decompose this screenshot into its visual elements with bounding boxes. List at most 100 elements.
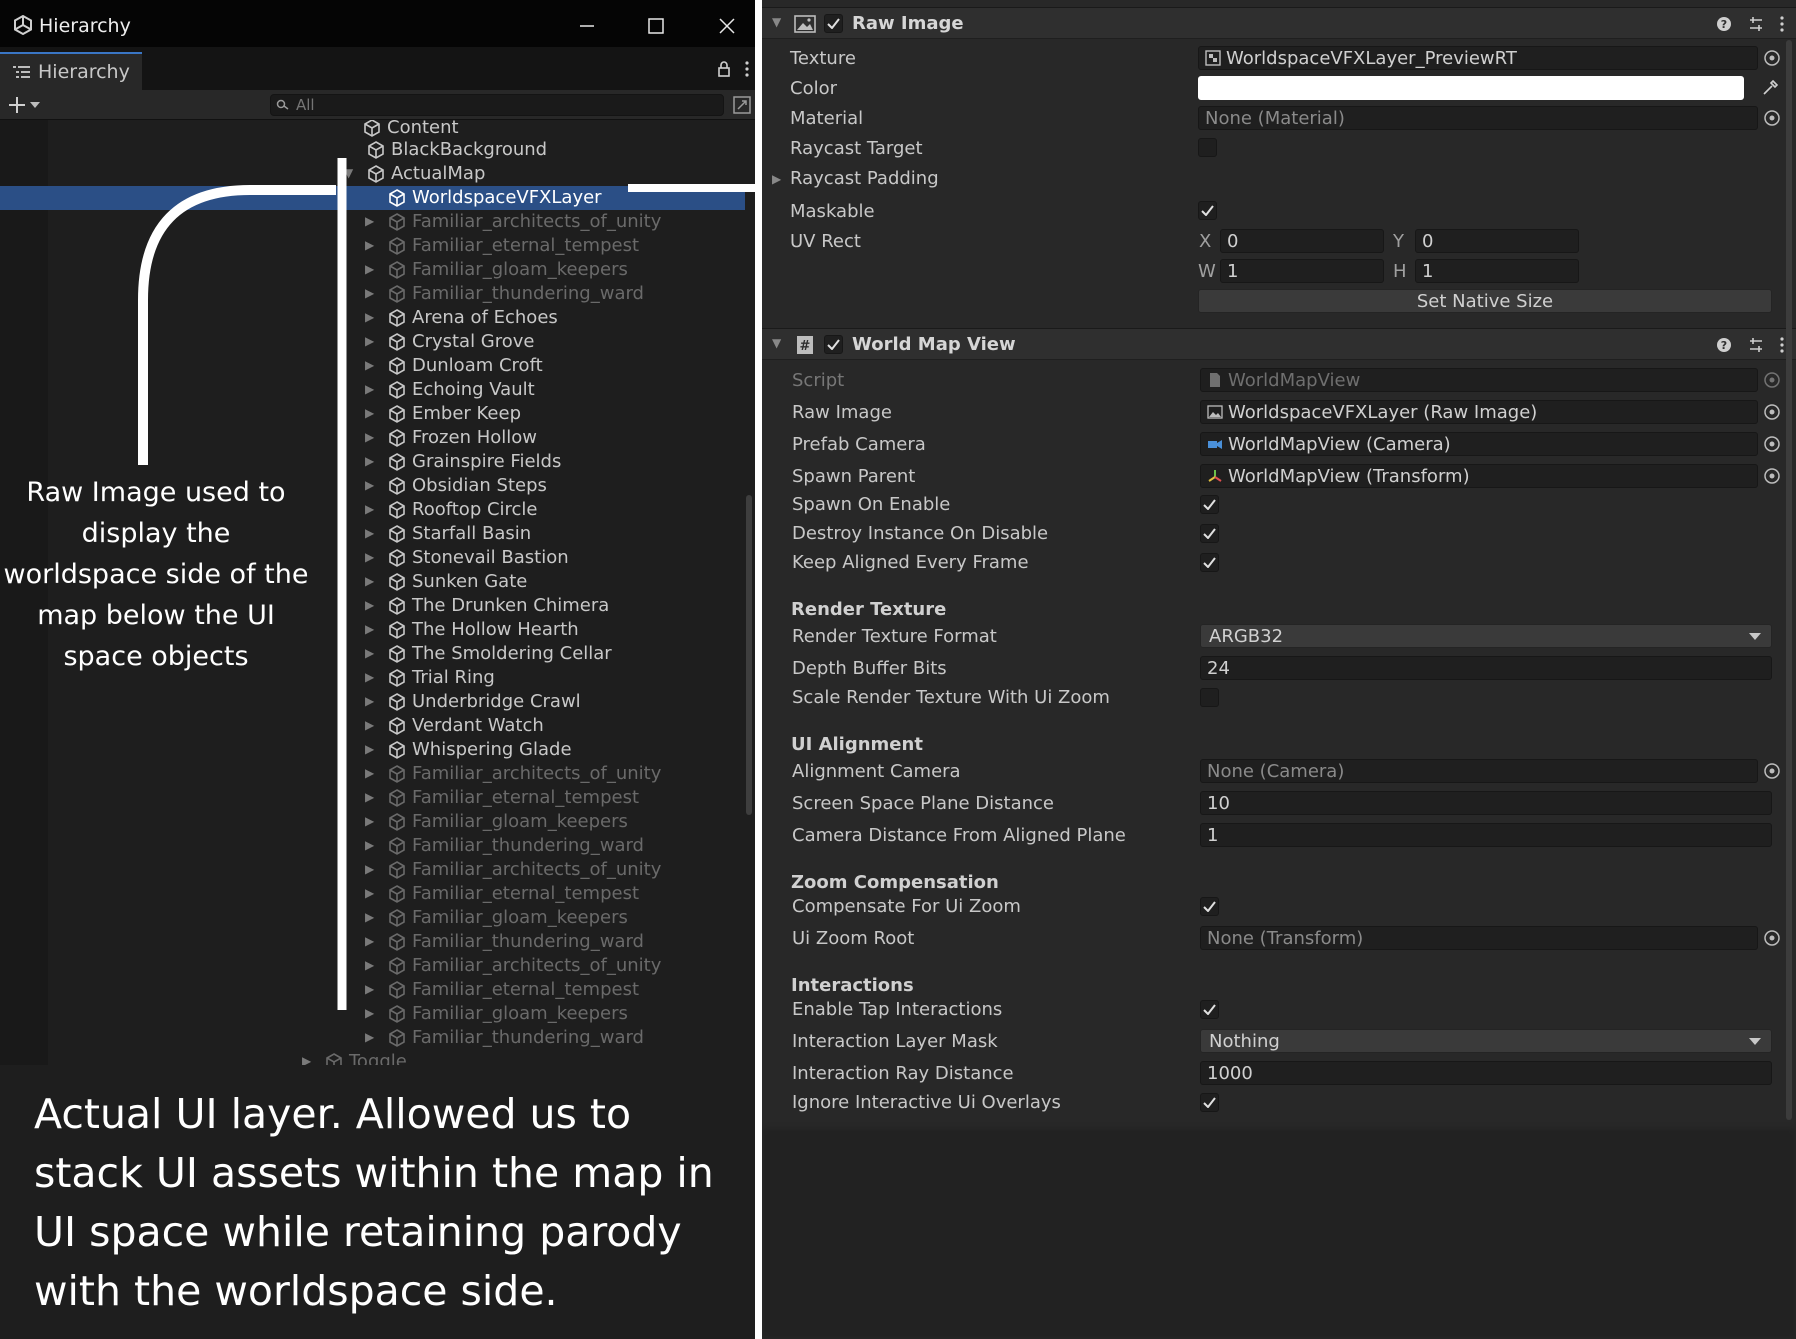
component-enabled-checkbox[interactable] xyxy=(824,335,843,354)
uv-x-field[interactable]: 0 xyxy=(1220,229,1384,253)
plane-distance-value: 10 xyxy=(1207,792,1230,814)
depth-bits-field[interactable]: 24 xyxy=(1200,656,1772,680)
uv-y-field[interactable]: 0 xyxy=(1415,229,1579,253)
ui-layer-annotation: Actual UI layer. Allowed us to stack UI … xyxy=(34,1090,714,1315)
checkmark-icon xyxy=(1203,528,1216,539)
prefab-camera-value: WorldMapView (Camera) xyxy=(1228,433,1451,455)
eyedropper-icon[interactable] xyxy=(1760,78,1780,98)
object-picker-icon xyxy=(1764,372,1780,388)
uv-w-value: 1 xyxy=(1227,260,1239,282)
spawn-parent-label: Spawn Parent xyxy=(792,466,916,487)
raw-image-value: WorldspaceVFXLayer (Raw Image) xyxy=(1228,401,1538,423)
component-title: Raw Image xyxy=(852,13,964,34)
panel-divider xyxy=(755,0,762,1339)
layer-mask-dropdown[interactable]: Nothing xyxy=(1200,1029,1772,1053)
material-field[interactable]: None (Material) xyxy=(1198,106,1758,130)
object-picker-icon[interactable] xyxy=(1762,761,1782,781)
ignore-overlays-label: Ignore Interactive Ui Overlays xyxy=(792,1092,1061,1113)
svg-text:?: ? xyxy=(1721,18,1727,31)
checkmark-icon xyxy=(1203,499,1216,510)
raycast-target-checkbox[interactable] xyxy=(1198,138,1217,157)
object-picker-icon[interactable] xyxy=(1762,466,1782,486)
inspector-scrollbar[interactable] xyxy=(1784,40,1794,1120)
rt-format-value: ARGB32 xyxy=(1209,625,1284,647)
raycast-padding-label: Raycast Padding xyxy=(790,168,939,189)
uv-y-value: 0 xyxy=(1422,230,1434,252)
fold-arrow-icon[interactable]: ▼ xyxy=(772,336,781,350)
depth-bits-value: 24 xyxy=(1207,657,1230,679)
plane-distance-field[interactable]: 10 xyxy=(1200,791,1772,815)
world-map-view-component-header[interactable]: ▼ # World Map View ? xyxy=(762,328,1796,360)
object-picker-icon[interactable] xyxy=(1762,108,1782,128)
color-field[interactable] xyxy=(1198,76,1744,100)
prefab-camera-label: Prefab Camera xyxy=(792,434,926,455)
checkmark-icon xyxy=(827,18,840,29)
component-title: World Map View xyxy=(852,334,1016,355)
raycast-target-label: Raycast Target xyxy=(790,138,923,159)
texture-value: WorldspaceVFXLayer_PreviewRT xyxy=(1226,47,1517,69)
object-picker-icon[interactable] xyxy=(1762,434,1782,454)
component-enabled-checkbox[interactable] xyxy=(824,14,843,33)
spawn-parent-field[interactable]: WorldMapView (Transform) xyxy=(1200,464,1758,488)
prefab-camera-field[interactable]: WorldMapView (Camera) xyxy=(1200,432,1758,456)
raw-image-component-header[interactable]: ▼ Raw Image ? xyxy=(762,7,1796,39)
layer-mask-label: Interaction Layer Mask xyxy=(792,1031,998,1052)
script-icon: # xyxy=(797,336,813,354)
checkmark-icon xyxy=(1203,901,1216,912)
presets-icon[interactable] xyxy=(1748,16,1764,32)
presets-icon[interactable] xyxy=(1748,337,1764,353)
compensate-checkbox[interactable] xyxy=(1200,897,1219,916)
alignment-camera-field[interactable]: None (Camera) xyxy=(1200,759,1758,783)
object-picker-icon[interactable] xyxy=(1762,928,1782,948)
uv-x-value: 0 xyxy=(1227,230,1239,252)
uv-h-field[interactable]: 1 xyxy=(1415,259,1579,283)
set-native-size-button[interactable]: Set Native Size xyxy=(1198,289,1772,313)
uv-w-field[interactable]: 1 xyxy=(1220,259,1384,283)
expand-arrow-icon[interactable]: ▶ xyxy=(772,172,781,186)
uv-x-label: X xyxy=(1199,231,1212,252)
texture-field[interactable]: WorldspaceVFXLayer_PreviewRT xyxy=(1198,46,1758,70)
svg-text:#: # xyxy=(800,339,811,354)
raw-image-label: Raw Image xyxy=(792,402,892,423)
hierarchy-window: Hierarchy Hierarchy All Content BlackBac… xyxy=(0,0,755,1339)
maskable-label: Maskable xyxy=(790,201,875,222)
help-icon[interactable]: ? xyxy=(1716,16,1732,32)
ray-distance-value: 1000 xyxy=(1207,1062,1253,1084)
help-icon[interactable]: ? xyxy=(1716,337,1732,353)
script-value: WorldMapView xyxy=(1228,369,1361,391)
zoom-root-field[interactable]: None (Transform) xyxy=(1200,926,1758,950)
fold-arrow-icon[interactable]: ▼ xyxy=(772,15,781,29)
interactions-section-header: Interactions xyxy=(791,975,914,996)
blurred-region xyxy=(762,1128,1796,1339)
rt-format-dropdown[interactable]: ARGB32 xyxy=(1200,624,1772,648)
checkmark-icon xyxy=(1203,1097,1216,1108)
material-label: Material xyxy=(790,108,864,129)
svg-text:?: ? xyxy=(1721,339,1727,352)
alignment-camera-value: None (Camera) xyxy=(1207,760,1345,782)
maskable-checkbox[interactable] xyxy=(1198,201,1217,220)
ignore-overlays-checkbox[interactable] xyxy=(1200,1093,1219,1112)
alignment-camera-label: Alignment Camera xyxy=(792,761,961,782)
spawn-on-enable-checkbox[interactable] xyxy=(1200,495,1219,514)
camera-distance-field[interactable]: 1 xyxy=(1200,823,1772,847)
ray-distance-field[interactable]: 1000 xyxy=(1200,1061,1772,1085)
render-texture-icon xyxy=(1205,50,1221,66)
more-options-icon[interactable] xyxy=(1780,16,1784,32)
destroy-on-disable-checkbox[interactable] xyxy=(1200,524,1219,543)
inspector-panel: ▼ Raw Image ? Texture WorldspaceVFXLayer… xyxy=(762,0,1796,1339)
object-picker-icon[interactable] xyxy=(1762,48,1782,68)
component-tools: ? xyxy=(1716,337,1784,353)
spawn-on-enable-label: Spawn On Enable xyxy=(792,494,951,515)
image-icon xyxy=(1207,405,1223,419)
image-icon xyxy=(794,15,816,33)
raw-image-field[interactable]: WorldspaceVFXLayer (Raw Image) xyxy=(1200,400,1758,424)
rt-format-label: Render Texture Format xyxy=(792,626,997,647)
object-picker-icon[interactable] xyxy=(1762,402,1782,422)
keep-aligned-checkbox[interactable] xyxy=(1200,553,1219,572)
camera-distance-value: 1 xyxy=(1207,824,1219,846)
uv-w-label: W xyxy=(1198,261,1216,282)
ui-alignment-section-header: UI Alignment xyxy=(791,734,923,755)
camera-icon xyxy=(1208,440,1222,449)
tap-checkbox[interactable] xyxy=(1200,1000,1219,1019)
scale-rt-checkbox[interactable] xyxy=(1200,688,1219,707)
